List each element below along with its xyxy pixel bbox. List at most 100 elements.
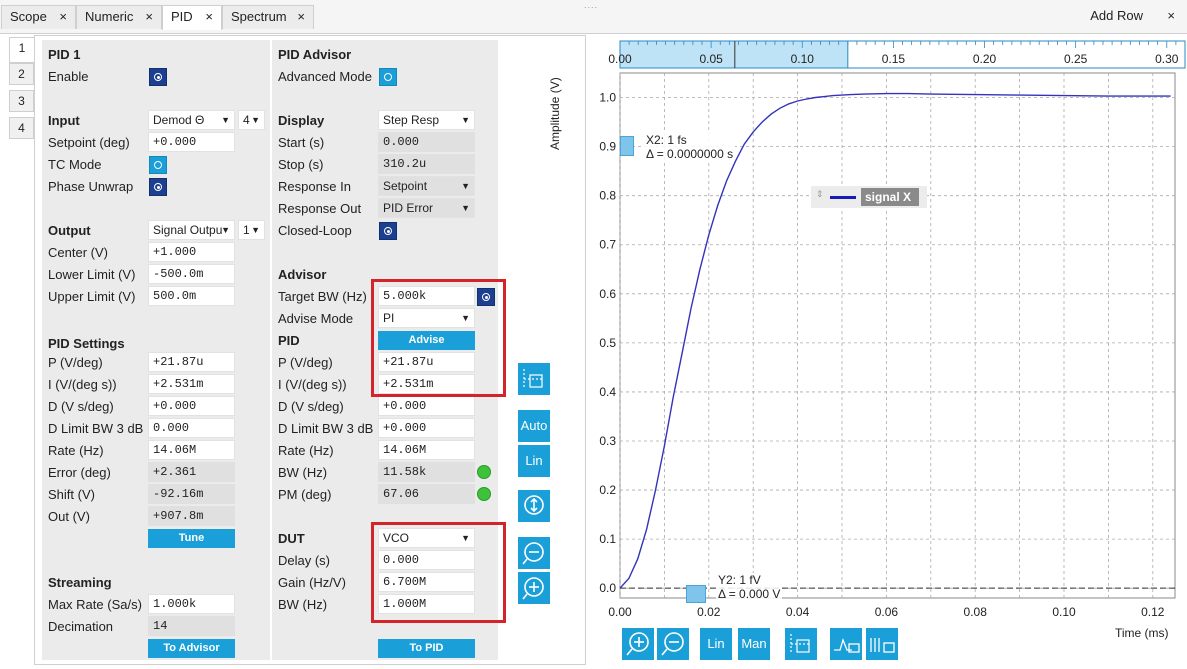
advisor-d-field[interactable]: +0.000	[378, 396, 475, 416]
x2-cursor-handle[interactable]	[620, 136, 634, 156]
dut-bw-label: BW (Hz)	[278, 597, 328, 612]
tab-pid[interactable]: PID ×	[162, 5, 222, 30]
display-header: Display	[278, 113, 325, 128]
close-icon[interactable]: ×	[59, 6, 67, 28]
gain-label: Gain (Hz/V)	[278, 575, 346, 590]
response-out-select[interactable]: PID Error ▼	[378, 198, 475, 218]
legend-swatch	[830, 196, 856, 199]
streaming-header: Streaming	[48, 575, 112, 590]
input-header: Input	[48, 113, 80, 128]
tune-button[interactable]: Tune	[148, 529, 235, 548]
y-tick-label: 0.2	[599, 483, 616, 497]
close-icon[interactable]: ×	[297, 6, 305, 28]
shift-label: Shift (V)	[48, 487, 95, 502]
response-in-select[interactable]: Setpoint ▼	[378, 176, 475, 196]
phase-unwrap-checkbox[interactable]	[149, 178, 167, 196]
stop-label: Stop (s)	[278, 157, 324, 172]
zoom-in-icon[interactable]	[518, 572, 550, 604]
pid-settings-header: PID Settings	[48, 336, 125, 351]
tab-spectrum[interactable]: Spectrum ×	[222, 5, 314, 29]
setpoint-label: Setpoint (deg)	[48, 135, 130, 150]
add-row-button[interactable]: Add Row	[1090, 8, 1143, 23]
i-field[interactable]: +2.531m	[148, 374, 235, 394]
output-value: Signal Outpu	[153, 223, 223, 237]
shift-readout: -92.16m	[148, 484, 235, 504]
overview-tick-label: 0.20	[973, 52, 997, 66]
zoom-in-x-icon[interactable]	[622, 628, 654, 660]
closed-loop-checkbox[interactable]	[379, 222, 397, 240]
tab-label: Scope	[10, 9, 47, 24]
advisor-rate-field[interactable]: 14.06M	[378, 440, 475, 460]
x-tick-label: 0.04	[786, 605, 810, 619]
rate-field[interactable]: 14.06M	[148, 440, 235, 460]
x-lin-scale-button[interactable]: Lin	[700, 628, 732, 660]
close-icon[interactable]: ×	[1167, 8, 1175, 23]
to-advisor-button[interactable]: To Advisor	[148, 639, 235, 658]
side-tab-2[interactable]: 2	[9, 63, 34, 85]
step-response-chart[interactable]: 0.00 0.05 0.10 0.15 0.20 0.25 0.30 0.00 0.02 0.0…	[555, 38, 1187, 638]
rate-label: Rate (Hz)	[48, 443, 104, 458]
phase-unwrap-label: Phase Unwrap	[48, 179, 134, 194]
y2-delta: Δ = 0.000 V	[718, 587, 781, 601]
zoom-out-x-icon[interactable]	[657, 628, 689, 660]
close-icon[interactable]: ×	[145, 6, 153, 28]
display-select[interactable]: Step Resp ▼	[378, 110, 475, 130]
p-field[interactable]: +21.87u	[148, 352, 235, 372]
d-field[interactable]: +0.000	[148, 396, 235, 416]
side-tab-4[interactable]: 4	[9, 117, 34, 139]
x-axis-label: Time (ms)	[1115, 626, 1169, 640]
legend[interactable]: ⇕ signal X	[811, 186, 927, 208]
cursor-tool-icon[interactable]	[518, 363, 550, 395]
input-channel-select[interactable]: 4 ▼	[238, 110, 265, 130]
overview-tick-label: 0.10	[791, 52, 815, 66]
i-label: I (V/(deg s))	[48, 377, 117, 392]
x-tick-label: 0.12	[1141, 605, 1165, 619]
advisor-d-limit-field[interactable]: +0.000	[378, 418, 475, 438]
tc-mode-checkbox[interactable]	[149, 156, 167, 174]
y-axis-label: Amplitude (V)	[548, 77, 562, 150]
tab-numeric[interactable]: Numeric ×	[76, 5, 162, 29]
lin-label: Lin	[525, 453, 543, 468]
center-field[interactable]: +1.000	[148, 242, 235, 262]
to-pid-button[interactable]: To PID	[378, 639, 475, 658]
lower-limit-field[interactable]: -500.0m	[148, 264, 235, 284]
advisor-rate-label: Rate (Hz)	[278, 443, 334, 458]
export-table-icon[interactable]	[866, 628, 898, 660]
response-in-value: Setpoint	[383, 179, 428, 193]
advisor-d-limit-label: D Limit BW 3 dB	[278, 421, 374, 436]
upper-limit-field[interactable]: 500.0m	[148, 286, 235, 306]
highlight-box-dut	[371, 522, 506, 623]
out-readout: +907.8m	[148, 506, 235, 526]
side-tab-3[interactable]: 3	[9, 90, 34, 112]
output-channel-select[interactable]: 1 ▼	[238, 220, 265, 240]
close-icon[interactable]: ×	[205, 6, 213, 28]
x-cursor-tool-icon[interactable]	[785, 628, 817, 660]
export-waveform-icon[interactable]	[830, 628, 862, 660]
tab-label: PID	[171, 9, 193, 24]
lin-scale-button[interactable]: Lin	[518, 445, 550, 477]
input-channel-value: 4	[243, 113, 250, 127]
advanced-mode-checkbox[interactable]	[379, 68, 397, 86]
side-tab-1[interactable]: 1	[9, 37, 34, 63]
auto-scale-button[interactable]: Auto	[518, 410, 550, 442]
y-tick-label: 0.5	[599, 336, 616, 350]
overview-bar[interactable]: 0.00 0.05 0.10 0.15 0.20 0.25 0.30	[608, 40, 1186, 69]
d-limit-field[interactable]: 0.000	[148, 418, 235, 438]
legend-handle-icon[interactable]: ⇕	[816, 189, 824, 200]
y2-cursor-handle[interactable]	[686, 585, 706, 603]
max-rate-field[interactable]: 1.000k	[148, 594, 235, 614]
input-select[interactable]: Demod Θ ▼	[148, 110, 235, 130]
zoom-fit-icon[interactable]	[518, 490, 550, 522]
pm-label: PM (deg)	[278, 487, 332, 502]
tab-scope[interactable]: Scope ×	[1, 5, 76, 29]
drag-handle[interactable]: ....	[584, 0, 598, 10]
x-manual-scale-button[interactable]: Man	[738, 628, 770, 660]
enable-checkbox[interactable]	[149, 68, 167, 86]
y-tick-label: 0.1	[599, 532, 616, 546]
zoom-out-icon[interactable]	[518, 537, 550, 569]
bw-status-led	[477, 465, 491, 479]
chevron-down-icon: ▼	[461, 181, 470, 191]
bw-readout: 11.58k	[378, 462, 475, 482]
setpoint-field[interactable]: +0.000	[148, 132, 235, 152]
output-select[interactable]: Signal Outpu ▼	[148, 220, 235, 240]
